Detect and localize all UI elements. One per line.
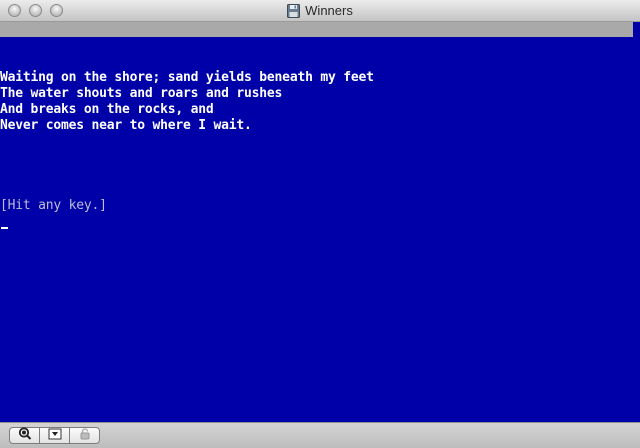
story-line: Waiting on the shore; sand yields beneat… — [0, 70, 374, 85]
story-line: And breaks on the rocks, and — [0, 102, 214, 117]
dropdown-button[interactable] — [39, 427, 70, 444]
title-bar[interactable] — [0, 0, 640, 22]
app-window: Winners Waiting on the shore; sand yield… — [0, 0, 640, 448]
text-cursor — [1, 227, 8, 229]
search-button[interactable] — [9, 426, 40, 445]
bottom-toolbar — [0, 422, 640, 448]
story-line: The water shouts and roars and rushes — [0, 86, 283, 101]
close-button[interactable] — [8, 4, 21, 17]
zoom-button[interactable] — [50, 4, 63, 17]
story-line: Never comes near to where I wait. — [0, 118, 252, 133]
magnifier-icon — [18, 426, 32, 445]
lock-icon — [79, 427, 91, 445]
status-line — [0, 22, 633, 37]
lock-button[interactable] — [69, 427, 100, 444]
dropdown-arrow-icon — [48, 427, 62, 445]
status-line-edge — [633, 22, 640, 37]
hit-any-key-prompt: [Hit any key.] — [0, 198, 107, 213]
game-text-screen[interactable]: Waiting on the shore; sand yields beneat… — [0, 37, 640, 422]
minimize-button[interactable] — [29, 4, 42, 17]
toolbar-button-group — [9, 426, 100, 445]
